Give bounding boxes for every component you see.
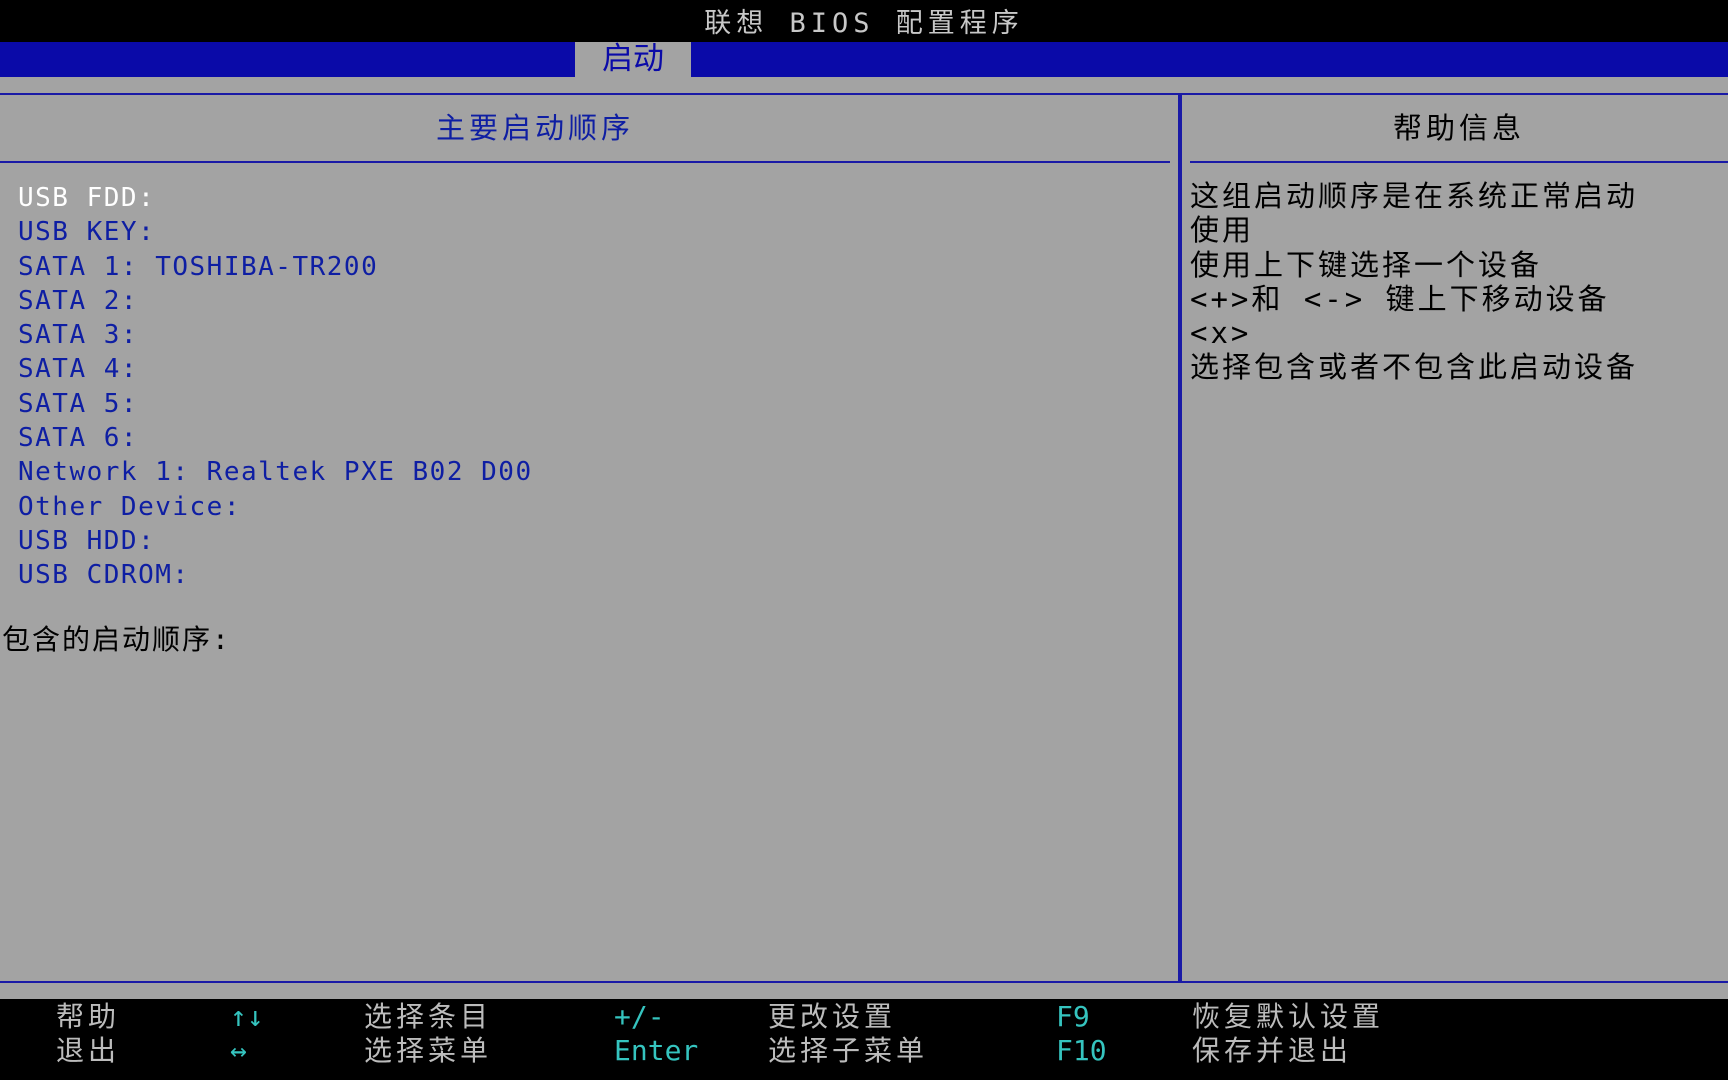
tab-boot[interactable]: 启动 — [575, 42, 691, 77]
help-line: 使用上下键选择一个设备 — [1190, 247, 1543, 282]
boot-order-list: USB FDD: USB KEY: SATA 1: TOSHIBA-TR200 … — [18, 181, 533, 593]
main-title-underline — [0, 161, 1170, 163]
help-line: <x> — [1190, 316, 1252, 351]
help-title-underline — [1190, 161, 1728, 163]
boot-item[interactable]: SATA 6: — [18, 421, 533, 455]
help-line: 使用 — [1190, 213, 1255, 248]
help-key-label: 帮助 — [56, 1000, 121, 1033]
help-line: <+>和 <-> 键上下移动设备 — [1190, 281, 1610, 316]
main-panel-title: 主要启动顺序 — [435, 111, 634, 145]
included-boot-order-label: 包含的启动顺序: — [2, 623, 231, 656]
top-divider — [0, 93, 1728, 95]
bottom-divider — [0, 981, 1728, 983]
boot-item[interactable]: Network 1: Realtek PXE B02 D00 — [18, 455, 533, 489]
panel-divider — [1178, 94, 1182, 983]
boot-item[interactable]: USB CDROM: — [18, 558, 533, 592]
save-exit-desc: 保存并退出 — [1192, 1034, 1353, 1067]
restore-defaults-desc: 恢复默认设置 — [1192, 1000, 1385, 1033]
boot-item[interactable]: SATA 2: — [18, 284, 533, 318]
f9-key: F9 — [1056, 1000, 1090, 1033]
select-menu-desc: 选择菜单 — [364, 1034, 493, 1067]
up-down-arrows-key: ↑↓ — [230, 1000, 264, 1033]
bios-title: 联想 BIOS 配置程序 — [0, 0, 1728, 42]
tab-bar: 启动 — [0, 42, 1728, 77]
exit-key-label: 退出 — [56, 1034, 121, 1067]
key-legend-footer: 帮助 退出 ↑↓ 选择条目 ↔ 选择菜单 +/- 更改设置 Enter 选择子菜… — [0, 999, 1728, 1080]
boot-item[interactable]: USB HDD: — [18, 524, 533, 558]
boot-item[interactable]: SATA 3: — [18, 318, 533, 352]
enter-key: Enter — [614, 1034, 699, 1067]
boot-item[interactable]: SATA 4: — [18, 352, 533, 386]
change-setting-desc: 更改设置 — [768, 1000, 897, 1033]
boot-item[interactable]: USB FDD: — [18, 181, 533, 215]
boot-item[interactable]: SATA 5: — [18, 387, 533, 421]
help-line: 选择包含或者不包含此启动设备 — [1190, 350, 1639, 385]
help-text: 这组启动顺序是在系统正常启动 使用 使用上下键选择一个设备 <+>和 <-> 键… — [1190, 179, 1638, 385]
help-line: 这组启动顺序是在系统正常启动 — [1190, 179, 1639, 213]
f10-key: F10 — [1056, 1034, 1107, 1067]
select-item-desc: 选择条目 — [364, 1000, 493, 1033]
left-right-arrows-key: ↔ — [230, 1034, 247, 1067]
select-submenu-desc: 选择子菜单 — [768, 1034, 929, 1067]
boot-item[interactable]: SATA 1: TOSHIBA-TR200 — [18, 250, 533, 284]
help-panel-title: 帮助信息 — [1392, 111, 1525, 145]
boot-item[interactable]: USB KEY: — [18, 215, 533, 249]
plus-minus-key: +/- — [614, 1000, 665, 1033]
boot-item[interactable]: Other Device: — [18, 490, 533, 524]
